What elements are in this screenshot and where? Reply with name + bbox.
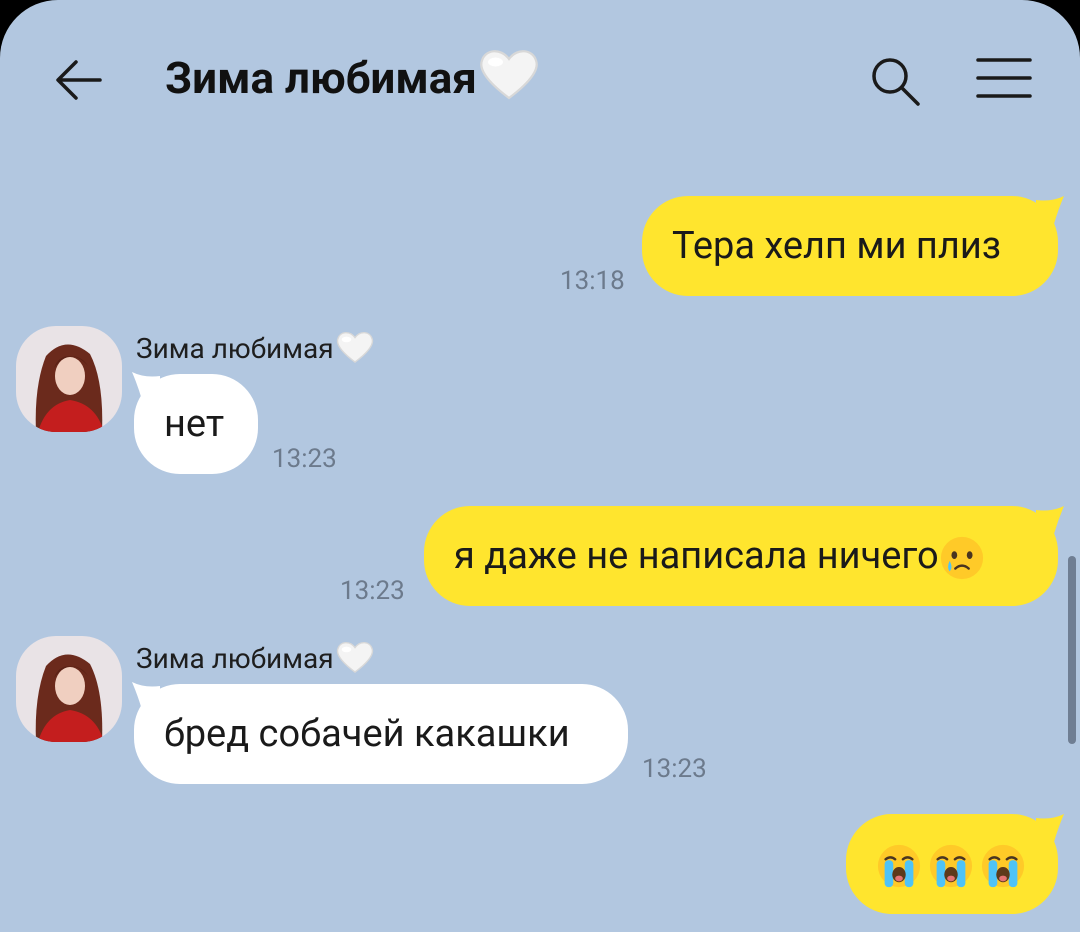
sender-name-text: Зима любимая (136, 332, 334, 365)
sender-name-text: Зима любимая (136, 642, 334, 675)
contact-avatar[interactable] (16, 636, 122, 742)
outgoing-message-bubble[interactable] (846, 814, 1058, 914)
incoming-message-bubble[interactable]: нет (134, 374, 258, 474)
crying-face-emoji-icon (939, 535, 985, 581)
hamburger-menu-icon (976, 58, 1032, 98)
arrow-left-icon (56, 60, 102, 100)
loudly-crying-face-icon (876, 843, 922, 889)
message-time: 13:18 (560, 266, 625, 296)
chat-header: Зима любимая (0, 0, 1080, 150)
back-button[interactable] (52, 52, 108, 108)
sender-name: Зима любимая (136, 330, 374, 365)
chat-title-text: Зима любимая (165, 52, 477, 104)
search-button[interactable] (866, 52, 922, 108)
loudly-crying-face-icon (980, 843, 1026, 889)
white-heart-icon (479, 47, 539, 101)
chat-title: Зима любимая (165, 46, 539, 110)
white-heart-icon (336, 330, 374, 364)
white-heart-icon (336, 640, 374, 674)
message-text: я даже не написала ничего (454, 534, 939, 578)
message-time: 13:23 (642, 754, 707, 784)
outgoing-message-bubble[interactable]: Тера хелп ми плиз (642, 196, 1058, 296)
menu-button[interactable] (974, 52, 1034, 104)
message-time: 13:23 (340, 576, 405, 606)
contact-avatar[interactable] (16, 326, 122, 432)
scrollbar[interactable] (1068, 556, 1076, 744)
message-text: бред собачей какашки (164, 712, 570, 756)
sender-name: Зима любимая (136, 640, 374, 675)
avatar-image (16, 636, 122, 742)
message-text: Тера хелп ми плиз (672, 224, 1002, 268)
chat-screen: Зима любимая 13:18 Тера хелп ми плиз Зим… (0, 0, 1080, 932)
outgoing-message-bubble[interactable]: я даже не написала ничего (424, 506, 1058, 606)
message-time: 13:23 (272, 444, 337, 474)
loudly-crying-face-icon (928, 843, 974, 889)
message-text: нет (164, 402, 225, 446)
incoming-message-bubble[interactable]: бред собачей какашки (134, 684, 628, 784)
search-icon (872, 58, 920, 106)
avatar-image (16, 326, 122, 432)
